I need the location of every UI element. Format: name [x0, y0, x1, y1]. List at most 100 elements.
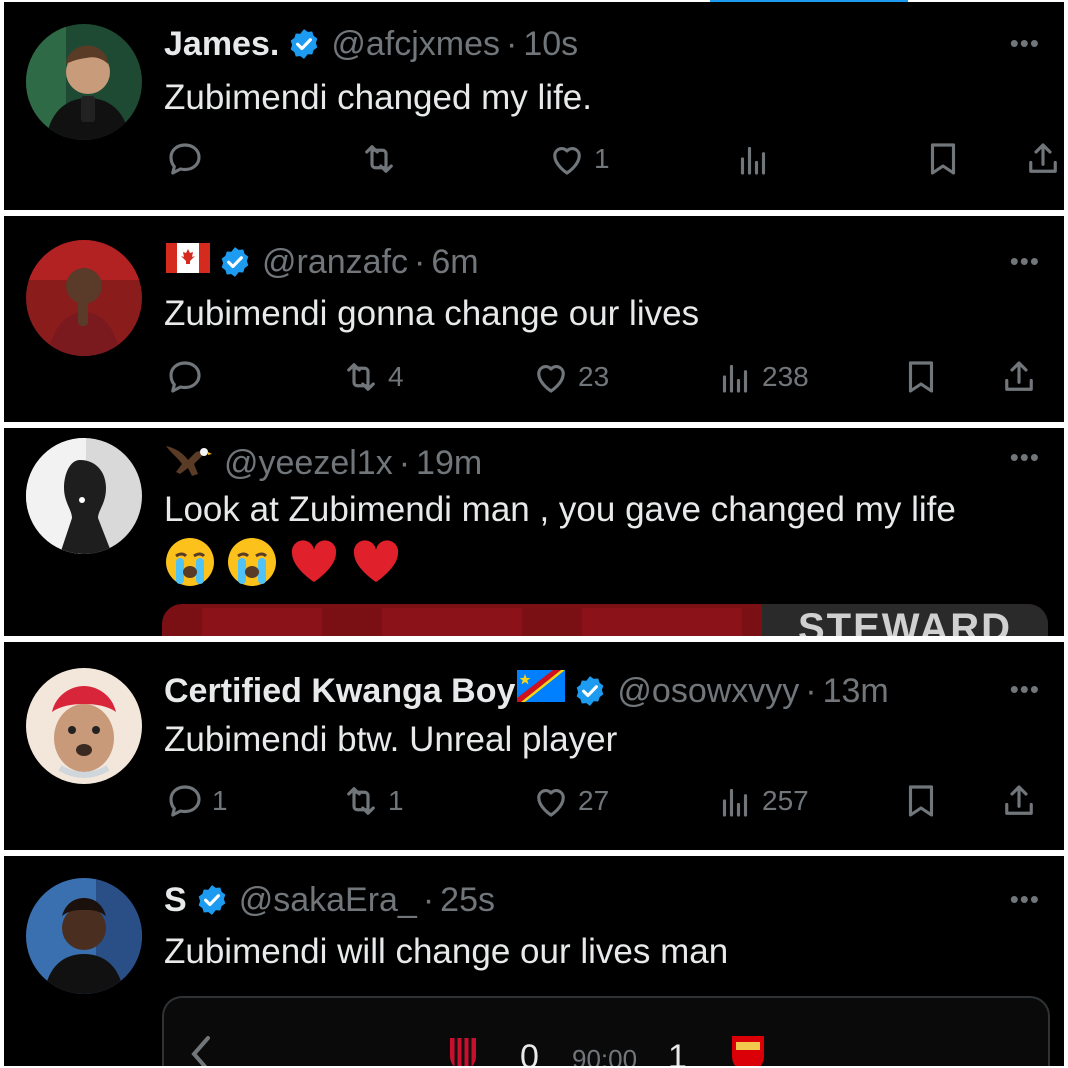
avatar[interactable]: [26, 240, 142, 356]
tweet-3[interactable]: @yeezel1x · 19m ••• Look at Zubimendi ma…: [4, 428, 1064, 636]
match-clock: 90:00: [572, 1044, 638, 1066]
tweet-5[interactable]: S @sakaEra_ · 25s ••• Zubimendi will cha…: [4, 856, 1064, 1066]
share-icon: [1022, 138, 1064, 180]
ac-milan-crest-icon: [448, 1034, 478, 1066]
separator: ·: [505, 25, 518, 63]
loudly-crying-face-icon: [166, 538, 214, 586]
tweet-2[interactable]: @ranzafc · 6m ••• Zubimendi gonna change…: [4, 216, 1064, 422]
avatar[interactable]: [26, 24, 142, 140]
handle[interactable]: @ranzafc: [262, 242, 408, 282]
retweet-icon: [340, 780, 382, 822]
timestamp[interactable]: 13m: [823, 671, 889, 711]
like-count: 27: [578, 785, 610, 816]
tweet-header: Certified Kwanga Boy @osowxvyy · 13m: [164, 670, 889, 711]
emoji-row: [164, 536, 402, 588]
like-button[interactable]: 23: [530, 356, 609, 398]
retweet-icon: [340, 356, 382, 398]
canada-flag-icon: [166, 242, 210, 282]
more-options-icon[interactable]: •••: [1010, 884, 1040, 915]
reply-icon: [164, 356, 206, 398]
views-button[interactable]: [732, 138, 780, 180]
tweet-1[interactable]: James. @afcjxmes · 10s ••• Zubimendi cha…: [4, 2, 1064, 210]
separator: ·: [805, 671, 817, 710]
verified-badge-icon: [195, 883, 229, 917]
score-card[interactable]: 0 90:00 1: [162, 996, 1050, 1066]
avatar[interactable]: [26, 668, 142, 784]
media-preview[interactable]: STEWARD: [162, 604, 1048, 636]
media-text: STEWARD: [798, 606, 1012, 636]
action-bar: 1 1 27 257: [4, 780, 1064, 828]
bookmark-icon: [922, 138, 964, 180]
share-icon: [998, 356, 1040, 398]
like-button[interactable]: 27: [530, 780, 609, 822]
reply-icon: [164, 780, 206, 822]
bookmark-button[interactable]: [922, 138, 964, 180]
timestamp[interactable]: 19m: [416, 443, 482, 483]
more-options-icon[interactable]: •••: [1010, 674, 1040, 705]
share-button[interactable]: [998, 780, 1040, 822]
reply-button[interactable]: 1: [164, 780, 228, 822]
like-count: 23: [578, 361, 610, 392]
views-button[interactable]: 238: [714, 356, 809, 398]
handle[interactable]: @sakaEra_: [239, 880, 417, 920]
retweet-count: 1: [388, 785, 404, 816]
verified-badge-icon: [573, 674, 607, 708]
views-icon: [714, 780, 756, 822]
arsenal-crest-icon: [728, 1034, 768, 1066]
display-name[interactable]: James.: [164, 24, 279, 64]
share-icon: [998, 780, 1040, 822]
bookmark-icon: [900, 780, 942, 822]
share-button[interactable]: [1022, 138, 1064, 180]
reply-button[interactable]: [164, 138, 212, 180]
handle[interactable]: @osowxvyy: [617, 671, 799, 711]
reply-icon: [164, 138, 206, 180]
tweet-header: @ranzafc · 6m: [164, 242, 479, 282]
display-name[interactable]: Certified Kwanga Boy: [164, 671, 515, 711]
tweet-text: Zubimendi btw. Unreal player: [164, 720, 618, 759]
tweet-header: @yeezel1x · 19m: [164, 438, 482, 487]
action-bar: 1: [4, 138, 1064, 186]
bookmark-icon: [900, 356, 942, 398]
like-count: 1: [594, 143, 610, 174]
share-button[interactable]: [998, 356, 1040, 398]
retweet-button[interactable]: 4: [340, 356, 404, 398]
retweet-icon: [358, 138, 400, 180]
handle[interactable]: @yeezel1x: [224, 443, 393, 483]
loudly-crying-face-icon: [228, 538, 276, 586]
timestamp[interactable]: 6m: [431, 242, 478, 282]
eagle-icon: [164, 438, 212, 487]
timestamp[interactable]: 25s: [440, 880, 495, 920]
avatar[interactable]: [26, 438, 142, 554]
action-bar: 4 23 238: [4, 356, 1064, 404]
away-score: 1: [668, 1038, 687, 1066]
tweet-text: Zubimendi will change our lives man: [164, 932, 729, 971]
bookmark-button[interactable]: [900, 780, 942, 822]
view-count: 257: [762, 785, 809, 816]
like-icon: [546, 138, 588, 180]
views-button[interactable]: 257: [714, 780, 809, 822]
more-options-icon[interactable]: •••: [1010, 442, 1040, 473]
avatar[interactable]: [26, 878, 142, 994]
more-options-icon[interactable]: •••: [1010, 28, 1040, 59]
tweet-header: James. @afcjxmes · 10s: [164, 24, 578, 64]
timestamp[interactable]: 10s: [523, 24, 578, 64]
like-icon: [530, 780, 572, 822]
more-options-icon[interactable]: •••: [1010, 246, 1040, 277]
separator: ·: [398, 443, 411, 482]
views-icon: [714, 356, 756, 398]
like-icon: [530, 356, 572, 398]
bookmark-button[interactable]: [900, 356, 942, 398]
retweet-button[interactable]: 1: [340, 780, 404, 822]
tweet-header: S @sakaEra_ · 25s: [164, 880, 495, 920]
retweet-button[interactable]: [358, 138, 406, 180]
chevron-left-icon[interactable]: [186, 1034, 216, 1066]
tweet-4[interactable]: Certified Kwanga Boy @osowxvyy · 13m •••…: [4, 642, 1064, 850]
like-button[interactable]: 1: [546, 138, 610, 180]
tweet-text: Zubimendi gonna change our lives: [164, 294, 700, 333]
display-name[interactable]: S: [164, 880, 187, 920]
verified-badge-icon: [287, 27, 321, 61]
red-heart-icon: [291, 540, 337, 582]
tweet-text: Zubimendi changed my life.: [164, 78, 592, 117]
handle[interactable]: @afcjxmes: [331, 24, 500, 64]
reply-button[interactable]: [164, 356, 212, 398]
